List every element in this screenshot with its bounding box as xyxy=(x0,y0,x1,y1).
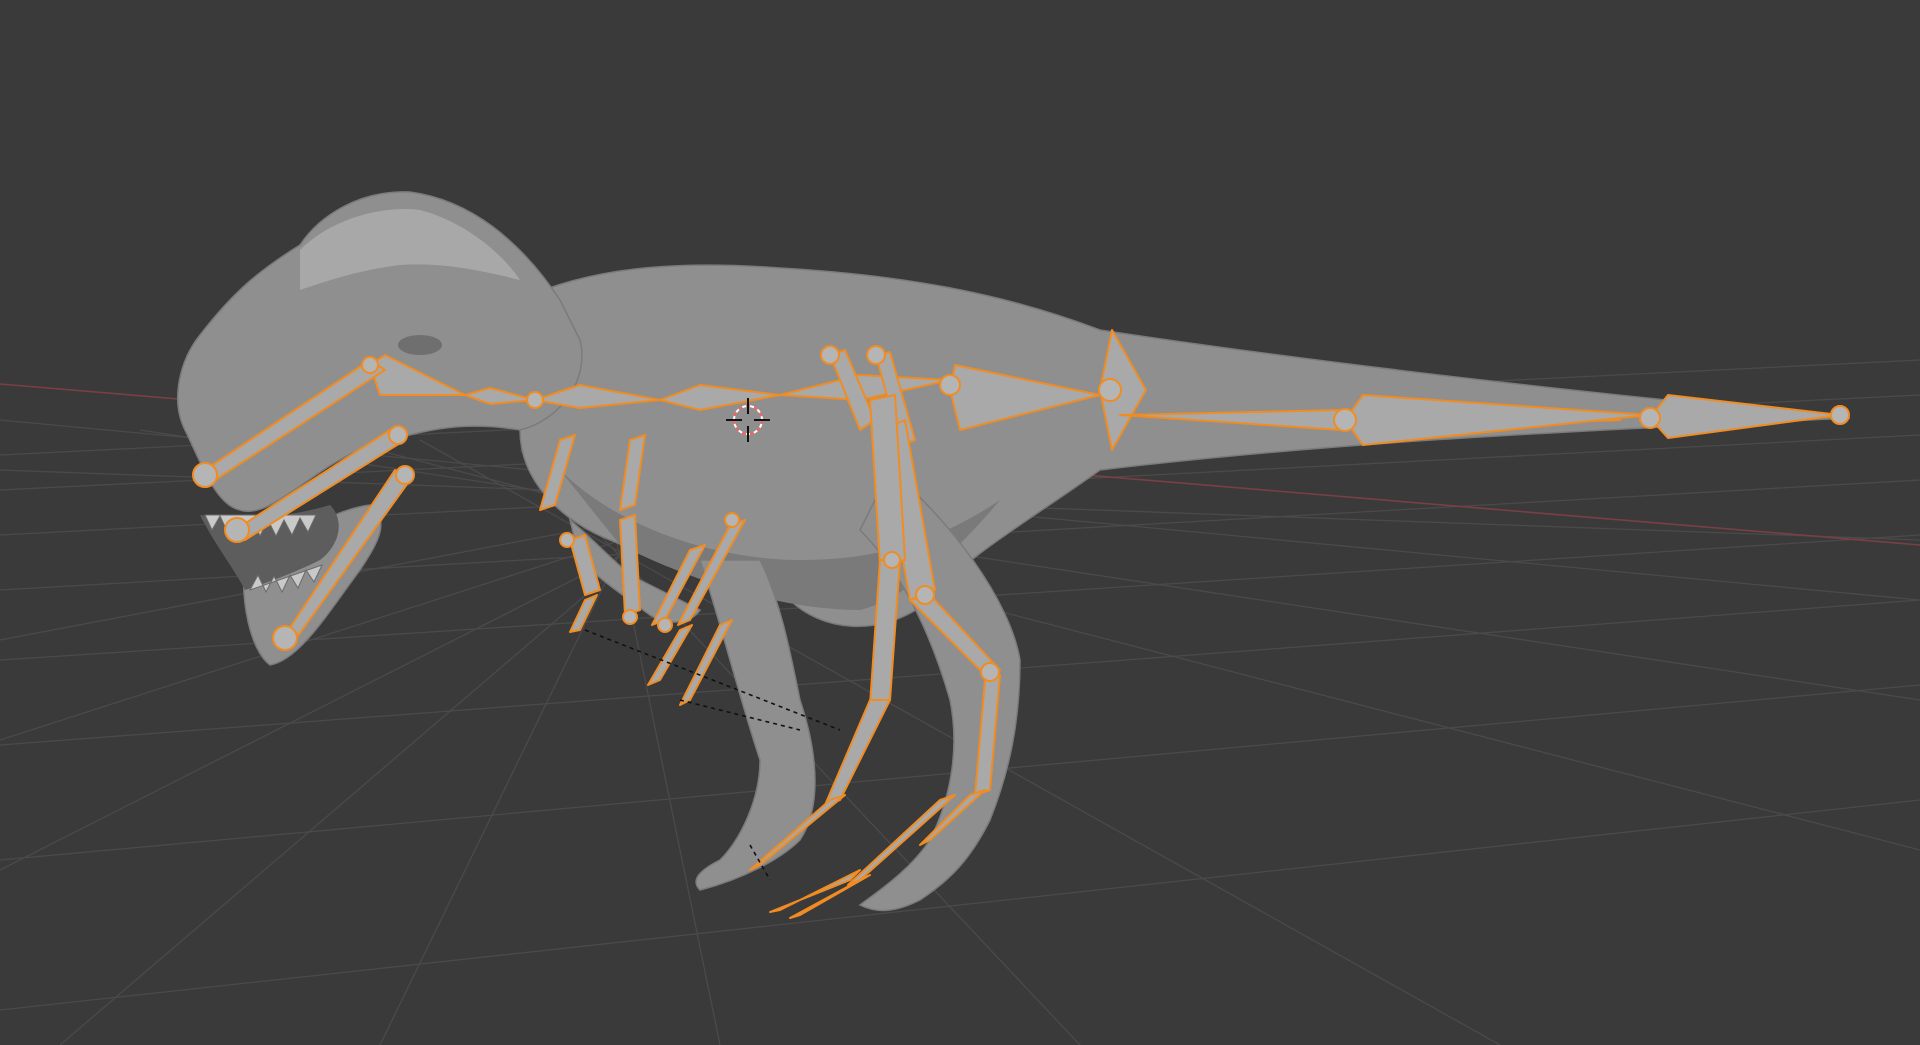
joint-pelvis-b[interactable] xyxy=(866,345,886,365)
3d-viewport[interactable] xyxy=(0,0,1920,1045)
joint-snout-tip[interactable] xyxy=(192,462,218,488)
joint-hand-b[interactable] xyxy=(724,512,740,528)
joint-upper-jaw-tip[interactable] xyxy=(224,517,250,543)
bone-toe-2[interactable] xyxy=(789,874,871,919)
joint-tail-2[interactable] xyxy=(1333,408,1357,432)
joint-lower-jaw-base[interactable] xyxy=(395,465,415,485)
joint-skull[interactable] xyxy=(361,356,379,374)
joint-arm-b[interactable] xyxy=(622,609,638,625)
joint-lower-jaw-tip[interactable] xyxy=(272,625,298,651)
bone-far-foot[interactable] xyxy=(824,699,891,806)
joint-tail-1[interactable] xyxy=(1098,378,1122,402)
joint-hip[interactable] xyxy=(939,374,961,396)
bone-tail-4[interactable] xyxy=(1649,394,1841,439)
t-rex-mesh[interactable] xyxy=(177,191,1851,912)
joint-ankle[interactable] xyxy=(980,662,1000,682)
bone-claw-a[interactable] xyxy=(647,624,693,686)
joint-tail-3[interactable] xyxy=(1639,407,1661,429)
joint-pelvis-a[interactable] xyxy=(820,345,840,365)
joint-far-knee[interactable] xyxy=(883,551,901,569)
joint-upper-jaw-base[interactable] xyxy=(388,425,408,445)
joint-arm-a[interactable] xyxy=(559,532,575,548)
joint-hand[interactable] xyxy=(657,617,673,633)
joint-tail-tip[interactable] xyxy=(1830,405,1850,425)
joint-neck[interactable] xyxy=(526,391,544,409)
joint-knee[interactable] xyxy=(915,585,935,605)
